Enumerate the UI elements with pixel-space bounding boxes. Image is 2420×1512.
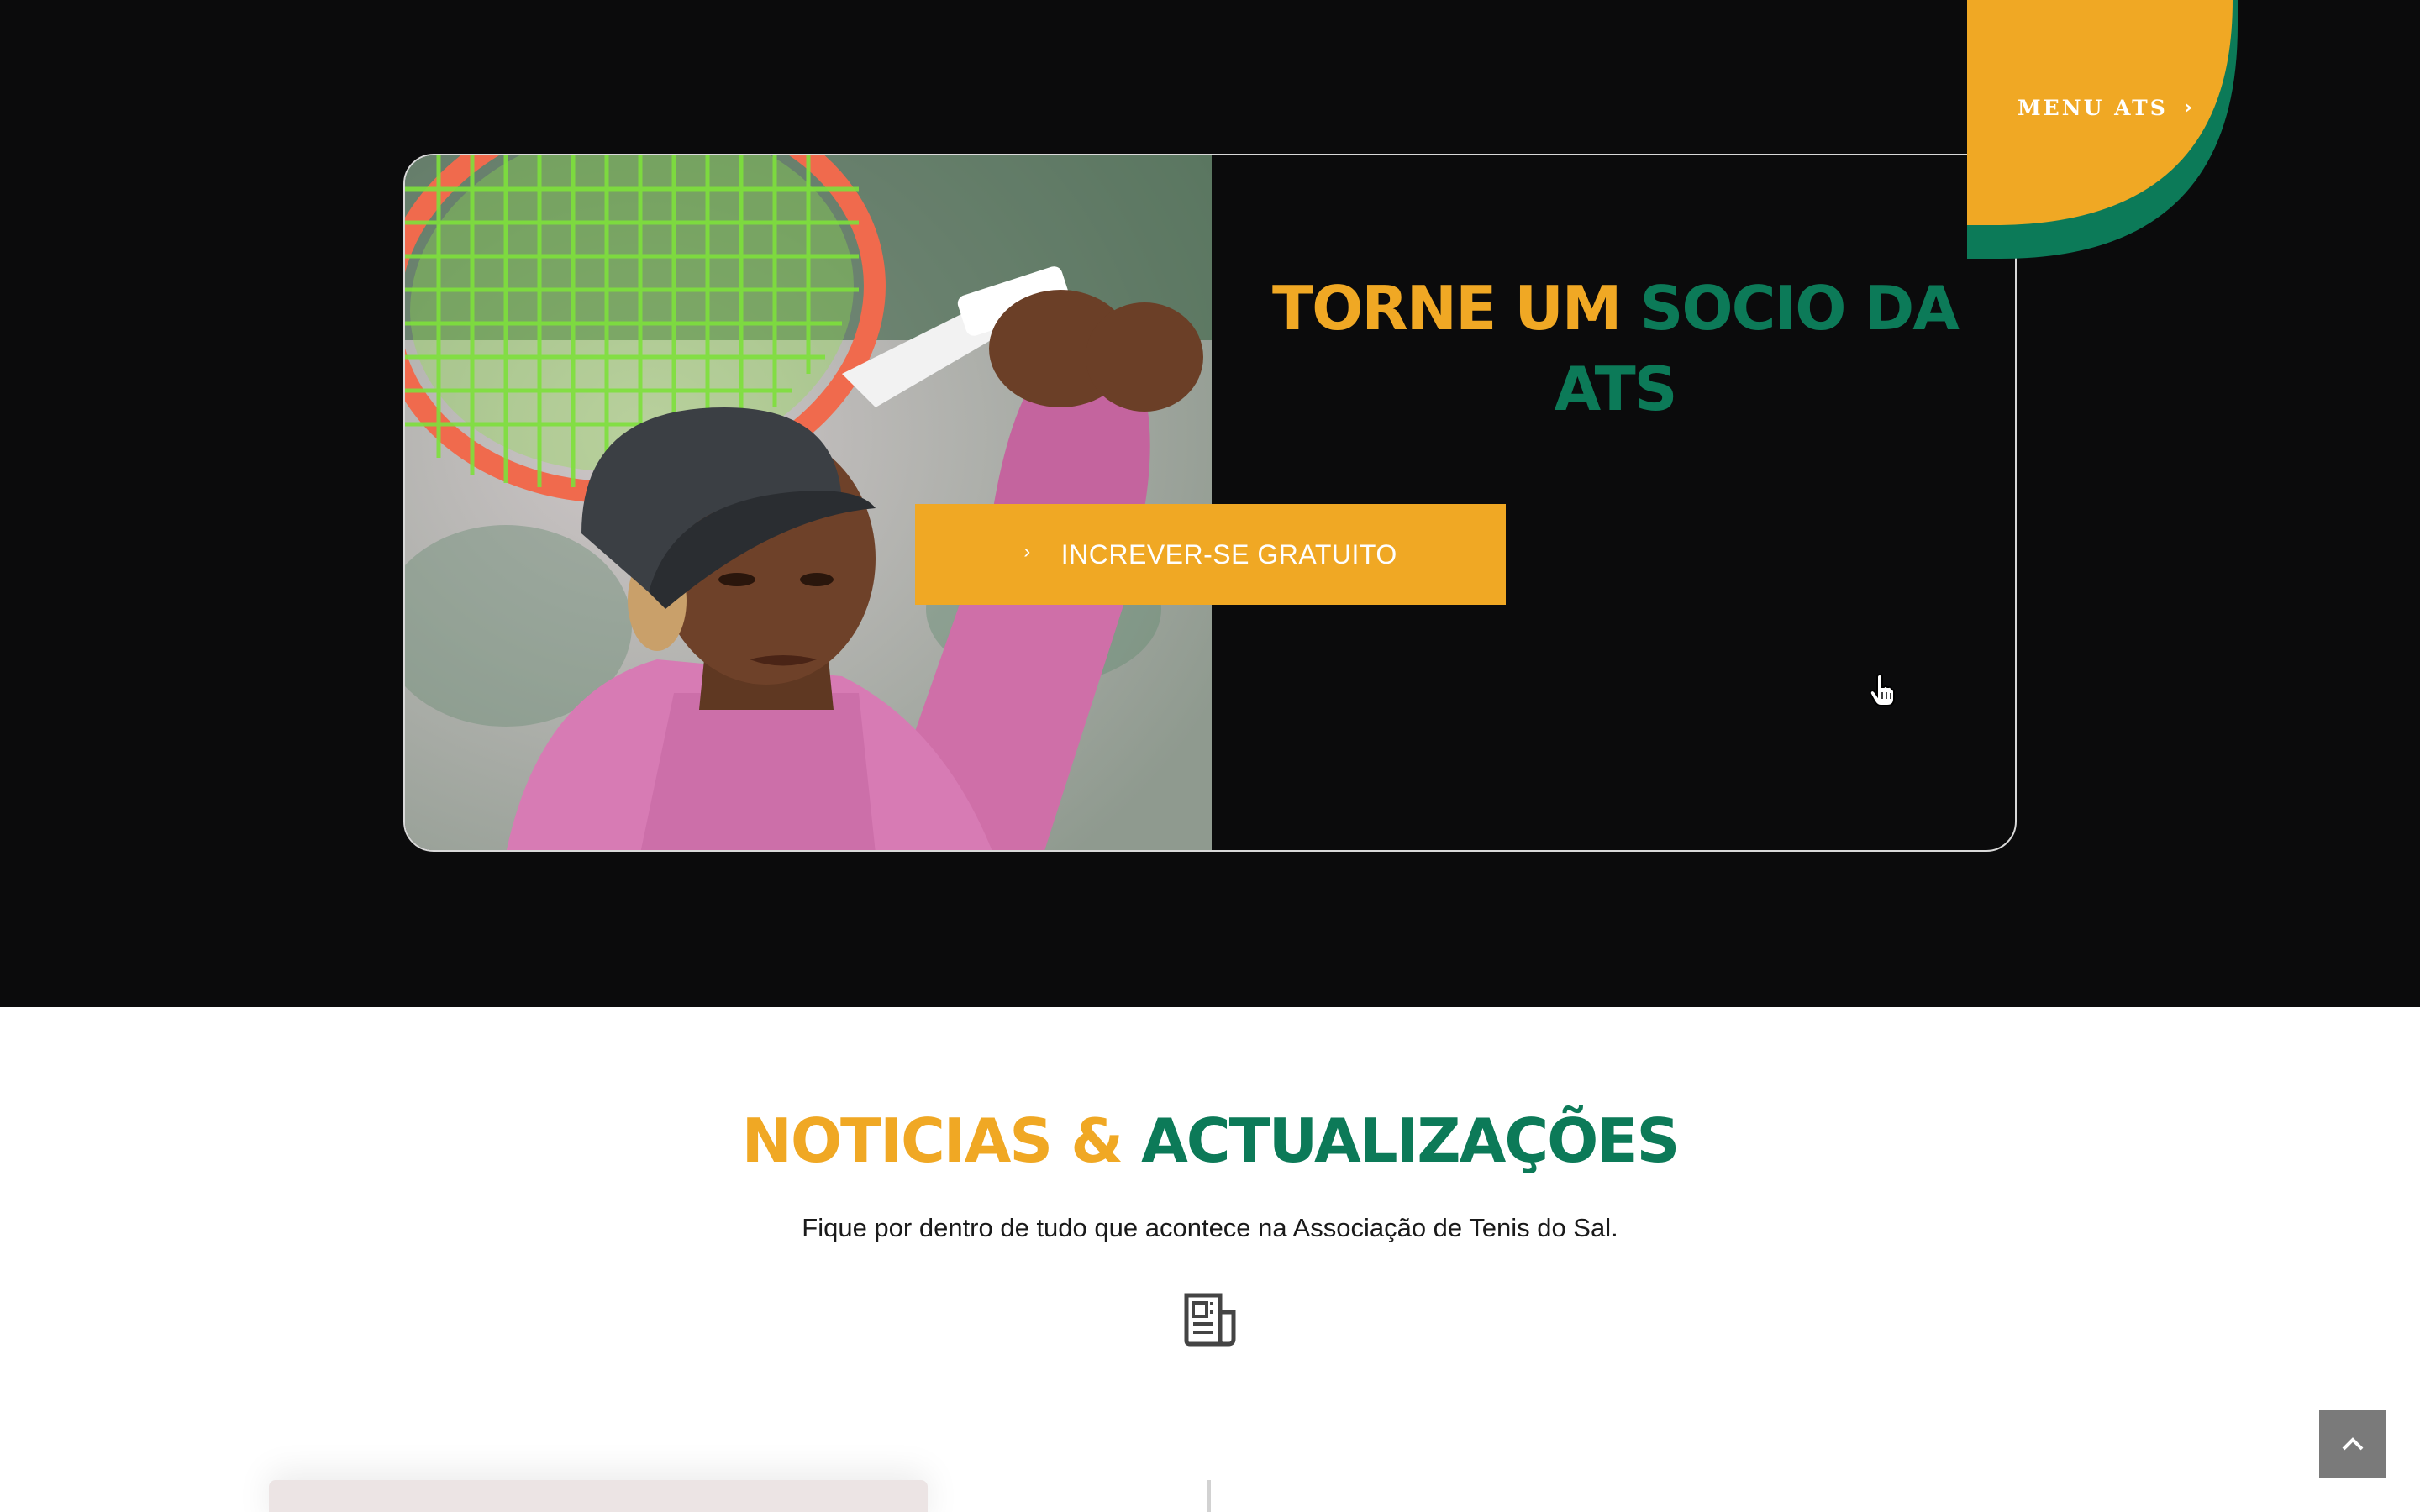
chevron-right-icon: › — [2184, 97, 2195, 118]
membership-title: TORNE UM SOCIO DA ATS — [1245, 268, 1985, 429]
column-divider — [1207, 1480, 1211, 1512]
tennis-player-photo — [405, 155, 1212, 850]
subscribe-free-label: INCREVER-SE GRATUITO — [1060, 538, 1397, 570]
menu-ats-badge[interactable] — [1967, 0, 2238, 259]
news-card-preview[interactable] — [269, 1480, 928, 1512]
newspaper-icon — [1184, 1293, 1236, 1347]
chevron-up-icon — [2342, 1437, 2364, 1451]
news-title-part1: NOTICIAS & — [741, 1105, 1142, 1176]
membership-card: TORNE UM SOCIO DA ATS › INCREVER-SE GRAT… — [403, 154, 2017, 852]
hand-cursor-icon — [1869, 674, 1895, 706]
menu-ats-link[interactable]: MENU ATS › — [2018, 96, 2195, 120]
news-subtitle: Fique por dentro de tudo que acontece na… — [802, 1213, 1618, 1242]
chevron-right-icon: › — [1023, 540, 1031, 563]
subscribe-free-button[interactable]: › INCREVER-SE GRATUITO — [915, 504, 1506, 605]
news-title-part2: ACTUALIZAÇÕES — [1141, 1105, 1680, 1176]
news-section-title: NOTICIAS & ACTUALIZAÇÕES — [0, 1105, 2420, 1176]
scroll-to-top-button[interactable] — [2319, 1410, 2386, 1478]
menu-ats-label: MENU ATS — [2018, 96, 2168, 120]
membership-title-part1: TORNE UM — [1272, 273, 1640, 344]
